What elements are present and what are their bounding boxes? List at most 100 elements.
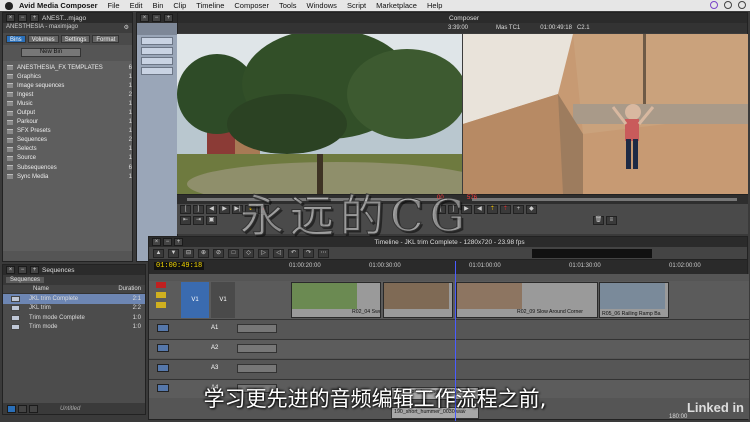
toolbar-icon[interactable]: ⊘ (213, 248, 224, 258)
bin-item[interactable]: Image sequences 1 (3, 81, 132, 90)
toolbar-icon[interactable]: ◁ (273, 248, 284, 258)
menu-composer[interactable]: Composer (234, 1, 269, 10)
bin-item[interactable]: Output 1 (3, 108, 132, 117)
menu-timeline[interactable]: Timeline (196, 1, 224, 10)
bin-item[interactable]: SFX Presets 1 (3, 127, 132, 136)
bin-item[interactable]: Sync Media 1 (3, 172, 132, 181)
monitor-icon[interactable] (156, 282, 166, 288)
menu-file[interactable]: File (108, 1, 120, 10)
toolbar-icon[interactable]: ⊕ (198, 248, 209, 258)
bin-item[interactable]: Music 1 (3, 99, 132, 108)
mark-in-button[interactable]: [ (180, 205, 191, 214)
bin-item[interactable]: Subsequences 6 (3, 163, 132, 172)
menu-marketplace[interactable]: Marketplace (376, 1, 417, 10)
extract-icon[interactable]: ⇡ (499, 205, 511, 214)
toolbar-icon[interactable]: ▲ (153, 248, 164, 258)
v1-source-track[interactable]: V1 (181, 282, 209, 318)
zoom-button[interactable]: + (30, 266, 39, 274)
settings-gear-icon[interactable]: ⚙ (124, 24, 129, 32)
settings-icon[interactable]: ≡ (605, 216, 617, 225)
bin-item[interactable]: Source 1 (3, 154, 132, 163)
video-clip[interactable] (383, 282, 453, 318)
sequence-row[interactable]: JKL trim 2:2 (3, 304, 145, 314)
menu-clip[interactable]: Clip (173, 1, 186, 10)
bin-item[interactable]: Selects 1 (3, 145, 132, 154)
audio-track-controls[interactable] (237, 324, 277, 333)
track-monitor-icon[interactable] (157, 324, 169, 332)
menu-windows[interactable]: Windows (307, 1, 337, 10)
close-button[interactable]: × (140, 14, 149, 22)
toolbar-icon[interactable]: ↷ (303, 248, 314, 258)
bin-clip-item[interactable] (141, 57, 173, 65)
tab-sequences[interactable]: Sequences (6, 277, 45, 283)
minimize-button[interactable]: − (163, 238, 172, 246)
video-clip[interactable]: R02_09 Slow Around Corner (456, 282, 598, 318)
monitor-icon[interactable] (156, 292, 166, 298)
bin-clip-item[interactable] (141, 47, 173, 55)
bin-item[interactable]: Parkour 1 (3, 118, 132, 127)
record-monitor[interactable] (463, 34, 748, 194)
sequence-row[interactable]: Trim mode Complete 1:0 (3, 313, 145, 323)
creative-cloud-icon[interactable] (710, 1, 718, 9)
master-tc-label[interactable]: Mas TC1 (496, 25, 520, 31)
audio-track-label[interactable]: A1 (211, 325, 218, 331)
toolbar-icon[interactable]: ◇ (243, 248, 254, 258)
mark-out-button[interactable]: ] (193, 205, 204, 214)
zoom-button[interactable]: + (30, 14, 39, 22)
track-monitor-icon[interactable] (157, 364, 169, 372)
close-button[interactable]: × (6, 266, 15, 274)
notification-icon[interactable] (738, 1, 746, 9)
bin-item[interactable]: Sequences 2 (3, 136, 132, 145)
new-bin-button[interactable]: New Bin (21, 48, 81, 57)
trash-icon[interactable]: 🗑 (592, 216, 604, 225)
go-to-in-icon[interactable]: ⇤ (180, 216, 191, 225)
bin-item[interactable]: ANESTHESIA_FX TEMPLATES 6 (3, 63, 132, 72)
source-monitor[interactable] (177, 34, 462, 194)
lift-icon[interactable]: ⇡ (486, 205, 498, 214)
tab-format[interactable]: Format (92, 35, 120, 43)
zoom-button[interactable]: + (174, 238, 183, 246)
step-back-icon[interactable]: ◀ (473, 205, 485, 214)
play-icon[interactable]: ▶ (219, 205, 230, 214)
minimize-button[interactable]: − (152, 14, 161, 22)
timeline-ruler[interactable]: 01:00:20:00 01:00:30:00 01:01:00:00 01:01:3… (289, 260, 744, 274)
close-button[interactable]: × (152, 238, 161, 246)
match-frame-icon[interactable]: ▣ (206, 216, 217, 225)
go-to-out-icon[interactable]: ⇥ (193, 216, 204, 225)
minimize-button[interactable]: − (18, 14, 27, 22)
column-name[interactable]: Name (33, 286, 49, 293)
toolbar-icon[interactable]: ▷ (258, 248, 269, 258)
v1-record-track[interactable]: V1 (211, 282, 235, 318)
menu-bin[interactable]: Bin (153, 1, 164, 10)
minimize-button[interactable]: − (18, 266, 27, 274)
menu-tools[interactable]: Tools (279, 1, 297, 10)
trim-icon[interactable]: ◆ (525, 205, 537, 214)
toolbar-icon[interactable]: □ (228, 248, 239, 258)
toolbar-icon[interactable]: ▼ (168, 248, 179, 258)
tab-settings[interactable]: Settings (60, 35, 91, 43)
tab-volumes[interactable]: Volumes (27, 35, 59, 43)
toolbar-icon[interactable]: ⋯ (318, 248, 329, 258)
tab-bins[interactable]: Bins (6, 35, 26, 43)
menu-script[interactable]: Script (347, 1, 366, 10)
column-duration[interactable]: Duration (118, 286, 141, 293)
audio-track-label[interactable]: A3 (211, 365, 218, 371)
monitor-icon[interactable] (156, 302, 166, 308)
zoom-button[interactable]: + (164, 14, 173, 22)
audio-track-label[interactable]: A2 (211, 345, 218, 351)
sequence-row[interactable]: JKL trim Complete 2:1 (3, 294, 145, 304)
audio-track-controls[interactable] (237, 364, 277, 373)
toolbar-icon[interactable]: ↶ (288, 248, 299, 258)
bin-clip-item[interactable] (141, 67, 173, 75)
video-clip[interactable]: R02_04 Swo Accross Pond (291, 282, 381, 318)
bin-item[interactable]: Graphics 1 (3, 72, 132, 81)
apple-icon[interactable] (5, 1, 13, 10)
app-menu[interactable]: Avid Media Composer (19, 1, 98, 10)
menu-edit[interactable]: Edit (130, 1, 143, 10)
track-monitor-icon[interactable] (157, 344, 169, 352)
video-clip[interactable]: R05_06 Railing Ramp Ba (599, 282, 669, 318)
search-icon[interactable] (724, 1, 732, 9)
record-position-bar[interactable] (472, 198, 737, 201)
menu-help[interactable]: Help (427, 1, 442, 10)
add-edit-icon[interactable]: + (512, 205, 524, 214)
